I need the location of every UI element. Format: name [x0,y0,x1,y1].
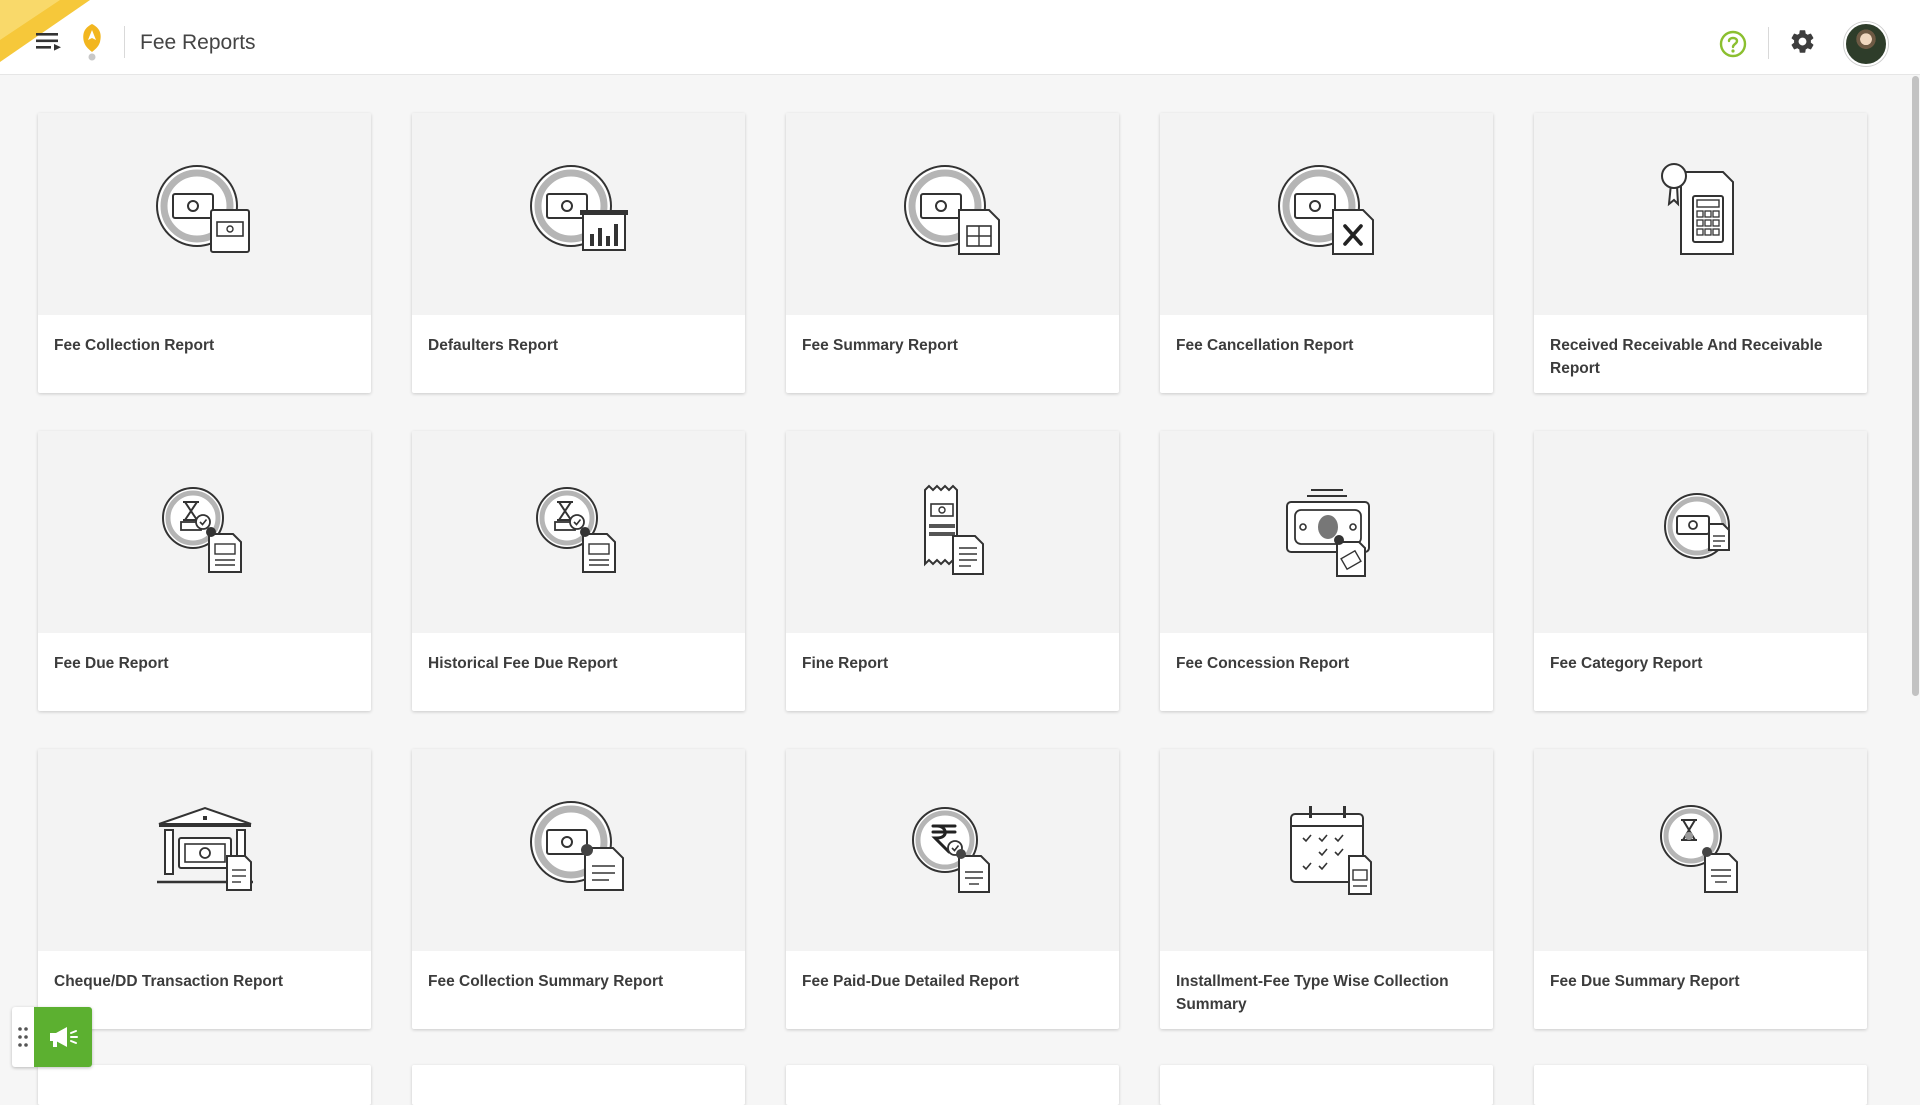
report-card-partial[interactable] [1160,1065,1493,1105]
report-card-historical-fee-due[interactable]: Historical Fee Due Report [412,431,745,711]
card-label: Received Receivable And Receivable Repor… [1550,337,1823,377]
gear-icon[interactable] [1789,28,1816,55]
report-card-grid-next-row [38,1065,1868,1105]
card-label: Fee Collection Summary Report [428,973,664,990]
user-avatar[interactable] [1844,22,1888,66]
drag-handle-icon[interactable] [16,1025,30,1049]
card-label: Fine Report [802,655,889,672]
card-label: Fee Due Summary Report [1550,973,1740,990]
report-card-fee-summary[interactable]: Fee Summary Report [786,113,1119,393]
hourglass-summary-document-icon [1659,805,1738,893]
announcement-widget [12,1007,92,1067]
page-title: Fee Reports [140,31,256,54]
top-header: Fee Reports [0,0,1920,75]
card-icon-area [38,749,371,951]
report-card-installment-fee-type[interactable]: Installment-Fee Type Wise Collection Sum… [1160,749,1493,1029]
card-label: Defaulters Report [428,337,559,354]
card-label: Fee Concession Report [1176,655,1350,672]
card-icon-area [786,431,1119,633]
card-label: Historical Fee Due Report [428,655,618,672]
report-card-received-receivable[interactable]: Received Receivable And Receivable Repor… [1534,113,1867,393]
card-label: Fee Category Report [1550,655,1703,672]
card-label: Fee Paid-Due Detailed Report [802,973,1020,990]
report-card-cheque-dd[interactable]: Cheque/DD Transaction Report [38,749,371,1029]
card-icon-area [1534,749,1867,951]
receipt-document-icon [923,484,984,575]
page-scrollbar-thumb[interactable] [1912,76,1919,696]
report-card-fee-cancellation[interactable]: Fee Cancellation Report [1160,113,1493,393]
certificate-calculator-icon [1660,163,1734,255]
rupee-document-icon [911,807,990,893]
announcement-button[interactable] [34,1007,92,1067]
money-bar-chart-icon [529,165,628,251]
card-icon-area [1534,113,1867,315]
card-label: Cheque/DD Transaction Report [54,973,284,990]
banknote-discount-icon [1285,489,1370,577]
money-stack-icon [1663,493,1730,559]
hourglass-history-document-icon [535,487,616,573]
report-card-partial[interactable] [786,1065,1119,1105]
school-logo-icon [83,24,101,61]
money-document-icon [155,165,250,253]
money-table-icon [903,165,1000,255]
report-card-fee-concession[interactable]: Fee Concession Report [1160,431,1493,711]
report-card-fee-category[interactable]: Fee Category Report [1534,431,1867,711]
card-label: Fee Collection Report [54,337,215,354]
card-icon-area [1160,431,1493,633]
card-icon-area [412,749,745,951]
help-circle-icon[interactable] [1719,30,1747,58]
card-icon-area [38,431,371,633]
report-card-defaulters[interactable]: Defaulters Report [412,113,745,393]
report-card-partial[interactable] [38,1065,371,1105]
card-icon-area [412,113,745,315]
bank-money-icon [156,806,253,891]
report-card-fee-paid-due-detailed[interactable]: Fee Paid-Due Detailed Report [786,749,1119,1029]
card-icon-area [786,113,1119,315]
header-divider [124,26,125,58]
hourglass-money-document-icon [161,487,242,573]
card-label: Fee Cancellation Report [1176,337,1354,354]
card-label: Fee Summary Report [802,337,958,354]
report-card-partial[interactable] [412,1065,745,1105]
card-icon-area [1534,431,1867,633]
card-icon-area [412,431,745,633]
money-summary-document-icon [529,801,624,891]
report-card-fee-due[interactable]: Fee Due Report [38,431,371,711]
money-cancel-icon [1277,165,1374,255]
hamburger-menu-icon[interactable] [36,31,62,51]
card-icon-area [786,749,1119,951]
report-card-partial[interactable] [1534,1065,1867,1105]
megaphone-icon [50,1027,78,1047]
report-card-fee-collection-summary[interactable]: Fee Collection Summary Report [412,749,745,1029]
calendar-checklist-icon [1289,806,1372,895]
card-icon-area [1160,113,1493,315]
card-icon-area [1160,749,1493,951]
header-divider-right [1768,27,1769,59]
report-card-fee-collection[interactable]: Fee Collection Report [38,113,371,393]
card-icon-area [38,113,371,315]
report-card-fine[interactable]: Fine Report [786,431,1119,711]
card-label: Installment-Fee Type Wise Collection Sum… [1176,973,1449,1013]
report-card-fee-due-summary[interactable]: Fee Due Summary Report [1534,749,1867,1029]
card-label: Fee Due Report [54,655,169,672]
report-card-grid: Fee Collection Report Defaulters Report [38,113,1868,1029]
